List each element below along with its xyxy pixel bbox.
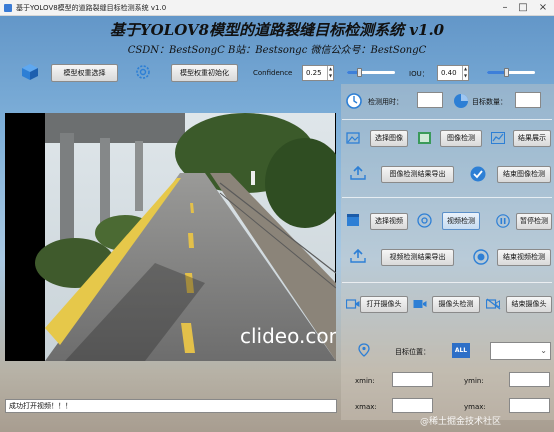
target-select[interactable]: ⌄: [490, 342, 551, 360]
chevron-down-icon[interactable]: ⌄: [540, 346, 547, 355]
maximize-icon[interactable]: □: [516, 2, 530, 14]
image-detect-icon: [418, 132, 431, 144]
target-position-label: 目标位置：: [395, 348, 430, 356]
open-camera-button[interactable]: 打开摄像头: [360, 296, 408, 313]
show-result-button[interactable]: 结果展示: [513, 130, 551, 147]
video-file-icon: [347, 214, 359, 226]
pause-button[interactable]: 暂停检测: [516, 213, 552, 230]
confidence-spinbox[interactable]: 0.25 ▲ ▼: [302, 65, 334, 81]
cube-icon: [22, 64, 38, 80]
count-value-field: [515, 92, 541, 108]
iou-slider-handle[interactable]: [504, 68, 510, 77]
app-icon: [4, 4, 12, 12]
minimize-icon[interactable]: –: [498, 2, 512, 14]
line-chart-icon: [491, 132, 505, 144]
confidence-slider[interactable]: [347, 68, 395, 77]
ymin-label: ymin:: [464, 377, 484, 385]
ymax-field: [509, 398, 550, 413]
pie-chart-icon: [454, 94, 468, 108]
stop-circle-icon: [473, 249, 489, 265]
camera-icon: [346, 299, 360, 309]
select-video-button[interactable]: 选择视频: [370, 213, 408, 230]
stop-image-button[interactable]: 结束图像检测: [497, 166, 551, 183]
xmin-label: xmin:: [355, 377, 375, 385]
confidence-value: 0.25: [306, 69, 322, 77]
iou-spinbox[interactable]: 0.40 ▲ ▼: [437, 65, 469, 81]
video-display: clideo.com: [5, 113, 336, 361]
iou-slider[interactable]: [487, 68, 535, 77]
page-subtitle: CSDN：BestSongC B站：Bestsongc 微信公众号：BestSo…: [127, 45, 427, 56]
xmax-label: xmax:: [355, 403, 377, 411]
close-icon[interactable]: ×: [536, 2, 550, 14]
upload-icon: [350, 249, 366, 263]
iou-label: IOU：: [409, 70, 429, 78]
stop-video-button[interactable]: 结束视频检测: [497, 249, 551, 266]
upload-icon: [350, 166, 366, 180]
window-title: 基于YOLOV8模型的道路裂缝目标检测系统 v1.0: [16, 4, 167, 12]
confidence-slider-handle[interactable]: [357, 68, 362, 77]
camera-detect-icon: [413, 300, 427, 308]
location-pin-icon: [358, 343, 370, 357]
export-image-result-button[interactable]: 图像检测结果导出: [381, 166, 454, 183]
window-titlebar: 基于YOLOV8模型的道路裂缝目标检测系统 v1.0 – □ ×: [0, 0, 554, 16]
spin-down-icon[interactable]: ▼: [327, 73, 333, 80]
divider: [342, 197, 552, 198]
select-weight-button[interactable]: 模型权重选择: [51, 64, 118, 82]
ymax-label: ymax:: [464, 403, 486, 411]
spin-up-icon[interactable]: ▲: [327, 66, 333, 73]
iou-value: 0.40: [441, 69, 457, 77]
clock-icon: [346, 93, 362, 109]
ymin-field: [509, 372, 550, 387]
target-icon: [417, 213, 432, 228]
export-video-result-button[interactable]: 视频检测结果导出: [381, 249, 454, 266]
all-targets-icon: ALL: [452, 343, 470, 358]
detect-video-button[interactable]: 视频检测: [442, 212, 480, 230]
road-video-frame: clideo.com: [5, 113, 336, 361]
gear-icon: [136, 65, 150, 79]
spin-down-icon[interactable]: ▼: [462, 73, 468, 80]
xmin-field: [392, 372, 433, 387]
init-weight-button[interactable]: 模型权重初始化: [171, 64, 238, 82]
video-watermark: clideo.com: [240, 324, 336, 348]
detect-image-button[interactable]: 图像检测: [440, 130, 482, 147]
image-icon: [346, 132, 360, 144]
select-image-button[interactable]: 选择图像: [370, 130, 408, 147]
divider: [342, 282, 552, 283]
spin-up-icon[interactable]: ▲: [462, 66, 468, 73]
camera-off-icon: [486, 298, 501, 310]
confidence-label: Confidence: [253, 69, 293, 77]
close-camera-button[interactable]: 结束摄像头: [506, 296, 552, 313]
time-value-field: [417, 92, 443, 108]
xmax-field: [392, 398, 433, 413]
page-title: 基于YOLOV8模型的道路裂缝目标检测系统 v1.0: [109, 21, 445, 39]
page-watermark: @稀土掘金技术社区: [420, 417, 502, 427]
time-label: 检测用时：: [368, 98, 403, 106]
divider: [342, 119, 552, 120]
check-circle-icon: [470, 166, 486, 182]
count-label: 目标数量：: [472, 98, 507, 106]
pause-icon: [496, 214, 510, 228]
status-bar: 成功打开视频！！！: [5, 399, 337, 413]
detect-camera-button[interactable]: 摄像头检测: [432, 296, 480, 313]
